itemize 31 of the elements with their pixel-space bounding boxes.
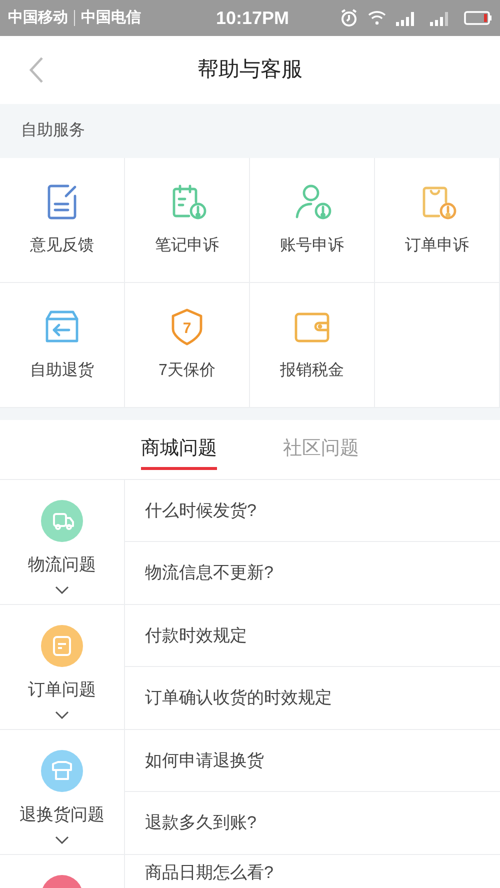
- wifi-icon: [368, 10, 386, 26]
- back-icon: [28, 56, 44, 84]
- battery-icon: [464, 10, 492, 26]
- service-tile[interactable]: 账号申诉: [250, 158, 375, 283]
- question-item[interactable]: 退款多久到账?: [125, 792, 500, 854]
- category-button[interactable]: 订单问题: [0, 605, 125, 729]
- chevron-down-icon: [55, 710, 69, 718]
- question-item[interactable]: 商品日期怎么看?: [125, 855, 294, 883]
- document-icon: [41, 625, 83, 667]
- tab[interactable]: 商城问题: [141, 428, 217, 470]
- category-button[interactable]: 退换货问题: [0, 730, 125, 854]
- question-item[interactable]: 什么时候发货?: [125, 480, 500, 542]
- page-title: 帮助与客服: [198, 57, 302, 84]
- shirt-icon: [41, 750, 83, 792]
- alarm-icon: [340, 9, 358, 27]
- question-item[interactable]: 付款时效规定: [125, 605, 500, 667]
- back-button[interactable]: [28, 56, 44, 84]
- chevron-down-icon: [55, 836, 69, 844]
- question-item[interactable]: 物流信息不更新?: [125, 542, 500, 604]
- service-tile[interactable]: 笔记申诉: [125, 158, 250, 283]
- truck-icon: [41, 500, 83, 542]
- service-tile[interactable]: 意见反馈: [0, 158, 125, 283]
- question-item[interactable]: 订单确认收货的时效规定: [125, 667, 500, 729]
- carrier-name: 中国电信: [81, 8, 141, 28]
- category-button[interactable]: 物流问题: [0, 480, 125, 604]
- carrier-name: 中国移动: [8, 8, 68, 28]
- service-tile[interactable]: 订单申诉: [375, 158, 500, 283]
- chevron-down-icon: [55, 586, 69, 594]
- status-time: 10:17PM: [216, 6, 290, 30]
- section-label: 自助服务: [21, 120, 85, 141]
- question-item[interactable]: 如何申请退换货: [125, 730, 500, 792]
